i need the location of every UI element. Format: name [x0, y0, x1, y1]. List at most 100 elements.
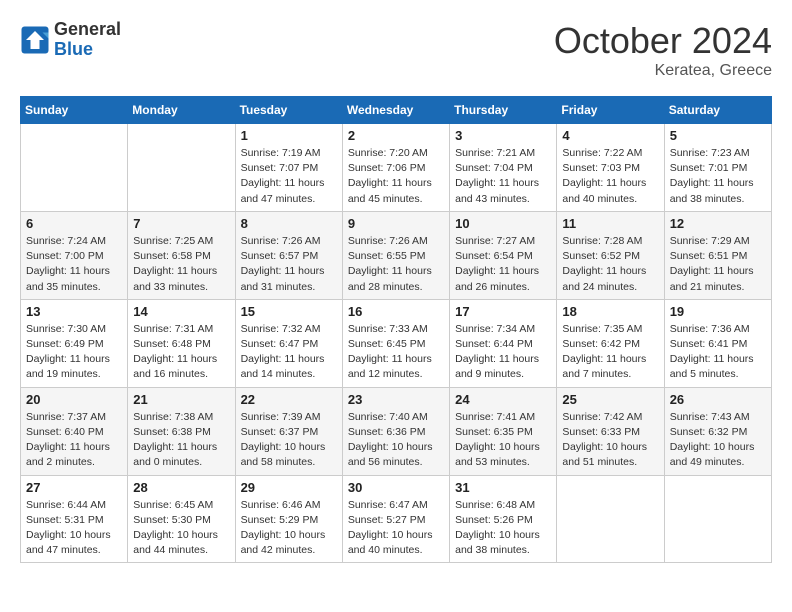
day-detail: Sunrise: 7:32 AM Sunset: 6:47 PM Dayligh… — [241, 322, 337, 383]
calendar-header: SundayMondayTuesdayWednesdayThursdayFrid… — [21, 97, 772, 124]
calendar-week-1: 1Sunrise: 7:19 AM Sunset: 7:07 PM Daylig… — [21, 124, 772, 212]
calendar-week-2: 6Sunrise: 7:24 AM Sunset: 7:00 PM Daylig… — [21, 211, 772, 299]
calendar-cell: 15Sunrise: 7:32 AM Sunset: 6:47 PM Dayli… — [235, 299, 342, 387]
day-detail: Sunrise: 7:30 AM Sunset: 6:49 PM Dayligh… — [26, 322, 122, 383]
calendar-cell: 24Sunrise: 7:41 AM Sunset: 6:35 PM Dayli… — [450, 387, 557, 475]
day-number: 29 — [241, 480, 337, 495]
day-number: 9 — [348, 216, 444, 231]
day-detail: Sunrise: 7:39 AM Sunset: 6:37 PM Dayligh… — [241, 410, 337, 471]
day-detail: Sunrise: 7:35 AM Sunset: 6:42 PM Dayligh… — [562, 322, 658, 383]
calendar-cell: 6Sunrise: 7:24 AM Sunset: 7:00 PM Daylig… — [21, 211, 128, 299]
day-number: 12 — [670, 216, 766, 231]
day-number: 11 — [562, 216, 658, 231]
day-number: 19 — [670, 304, 766, 319]
day-number: 27 — [26, 480, 122, 495]
calendar-cell: 8Sunrise: 7:26 AM Sunset: 6:57 PM Daylig… — [235, 211, 342, 299]
day-number: 10 — [455, 216, 551, 231]
calendar-cell — [664, 475, 771, 563]
day-detail: Sunrise: 7:27 AM Sunset: 6:54 PM Dayligh… — [455, 234, 551, 295]
calendar-cell: 21Sunrise: 7:38 AM Sunset: 6:38 PM Dayli… — [128, 387, 235, 475]
day-detail: Sunrise: 7:20 AM Sunset: 7:06 PM Dayligh… — [348, 146, 444, 207]
day-number: 14 — [133, 304, 229, 319]
day-detail: Sunrise: 7:26 AM Sunset: 6:55 PM Dayligh… — [348, 234, 444, 295]
calendar-cell: 19 Sunrise: 7:36 AM Sunset: 6:41 PM Dayli… — [664, 299, 771, 387]
calendar-cell: 20Sunrise: 7:37 AM Sunset: 6:40 PM Dayli… — [21, 387, 128, 475]
calendar-week-5: 27 Sunrise: 6:44 AM Sunset: 5:31 PM Dayli… — [21, 475, 772, 563]
day-number: 25 — [562, 392, 658, 407]
calendar-week-4: 20Sunrise: 7:37 AM Sunset: 6:40 PM Dayli… — [21, 387, 772, 475]
calendar-body: 1Sunrise: 7:19 AM Sunset: 7:07 PM Daylig… — [21, 124, 772, 563]
logo-general: General — [54, 20, 121, 40]
calendar-cell — [128, 124, 235, 212]
day-number: 3 — [455, 128, 551, 143]
day-detail: Sunrise: 7:38 AM Sunset: 6:38 PM Dayligh… — [133, 410, 229, 471]
day-number: 17 — [455, 304, 551, 319]
day-number: 16 — [348, 304, 444, 319]
day-number: 28 — [133, 480, 229, 495]
calendar-week-3: 13 Sunrise: 7:30 AM Sunset: 6:49 PM Dayli… — [21, 299, 772, 387]
day-number: 26 — [670, 392, 766, 407]
day-number: 5 — [670, 128, 766, 143]
day-detail: Sunrise: 7:33 AM Sunset: 6:45 PM Dayligh… — [348, 322, 444, 383]
calendar-cell: 17 Sunrise: 7:34 AM Sunset: 6:44 PM Dayli… — [450, 299, 557, 387]
logo-icon — [20, 25, 50, 55]
weekday-row: SundayMondayTuesdayWednesdayThursdayFrid… — [21, 97, 772, 124]
calendar-cell: 22 Sunrise: 7:39 AM Sunset: 6:37 PM Dayli… — [235, 387, 342, 475]
day-detail: Sunrise: 7:26 AM Sunset: 6:57 PM Dayligh… — [241, 234, 337, 295]
day-detail: Sunrise: 7:23 AM Sunset: 7:01 PM Dayligh… — [670, 146, 766, 207]
day-detail: Sunrise: 7:29 AM Sunset: 6:51 PM Dayligh… — [670, 234, 766, 295]
day-number: 23 — [348, 392, 444, 407]
calendar-cell: 26 Sunrise: 7:43 AM Sunset: 6:32 PM Dayli… — [664, 387, 771, 475]
calendar-cell: 5 Sunrise: 7:23 AM Sunset: 7:01 PM Daylig… — [664, 124, 771, 212]
calendar-cell: 25 Sunrise: 7:42 AM Sunset: 6:33 PM Dayli… — [557, 387, 664, 475]
calendar-cell: 11 Sunrise: 7:28 AM Sunset: 6:52 PM Dayli… — [557, 211, 664, 299]
calendar-cell: 9 Sunrise: 7:26 AM Sunset: 6:55 PM Daylig… — [342, 211, 449, 299]
weekday-header-friday: Friday — [557, 97, 664, 124]
day-detail: Sunrise: 7:41 AM Sunset: 6:35 PM Dayligh… — [455, 410, 551, 471]
day-detail: Sunrise: 7:34 AM Sunset: 6:44 PM Dayligh… — [455, 322, 551, 383]
day-number: 31 — [455, 480, 551, 495]
logo-blue: Blue — [54, 40, 121, 60]
day-detail: Sunrise: 6:44 AM Sunset: 5:31 PM Dayligh… — [26, 498, 122, 559]
calendar-cell: 13 Sunrise: 7:30 AM Sunset: 6:49 PM Dayli… — [21, 299, 128, 387]
calendar-cell: 28 Sunrise: 6:45 AM Sunset: 5:30 PM Dayli… — [128, 475, 235, 563]
day-detail: Sunrise: 7:25 AM Sunset: 6:58 PM Dayligh… — [133, 234, 229, 295]
location: Keratea, Greece — [554, 62, 772, 80]
day-number: 7 — [133, 216, 229, 231]
day-detail: Sunrise: 7:19 AM Sunset: 7:07 PM Dayligh… — [241, 146, 337, 207]
day-number: 22 — [241, 392, 337, 407]
day-detail: Sunrise: 7:21 AM Sunset: 7:04 PM Dayligh… — [455, 146, 551, 207]
calendar-cell: 31 Sunrise: 6:48 AM Sunset: 5:26 PM Dayli… — [450, 475, 557, 563]
calendar-cell: 1Sunrise: 7:19 AM Sunset: 7:07 PM Daylig… — [235, 124, 342, 212]
calendar-cell: 30 Sunrise: 6:47 AM Sunset: 5:27 PM Dayli… — [342, 475, 449, 563]
logo-text: General Blue — [54, 20, 121, 60]
calendar-cell: 16 Sunrise: 7:33 AM Sunset: 6:45 PM Dayli… — [342, 299, 449, 387]
day-number: 18 — [562, 304, 658, 319]
day-detail: Sunrise: 7:28 AM Sunset: 6:52 PM Dayligh… — [562, 234, 658, 295]
day-detail: Sunrise: 7:43 AM Sunset: 6:32 PM Dayligh… — [670, 410, 766, 471]
logo: General Blue — [20, 20, 121, 60]
weekday-header-wednesday: Wednesday — [342, 97, 449, 124]
day-detail: Sunrise: 6:47 AM Sunset: 5:27 PM Dayligh… — [348, 498, 444, 559]
weekday-header-monday: Monday — [128, 97, 235, 124]
calendar-cell: 4Sunrise: 7:22 AM Sunset: 7:03 PM Daylig… — [557, 124, 664, 212]
day-detail: Sunrise: 6:45 AM Sunset: 5:30 PM Dayligh… — [133, 498, 229, 559]
month-title: October 2024 — [554, 20, 772, 62]
weekday-header-saturday: Saturday — [664, 97, 771, 124]
calendar-cell: 3 Sunrise: 7:21 AM Sunset: 7:04 PM Daylig… — [450, 124, 557, 212]
calendar-cell: 18 Sunrise: 7:35 AM Sunset: 6:42 PM Dayli… — [557, 299, 664, 387]
calendar-cell — [557, 475, 664, 563]
day-detail: Sunrise: 7:36 AM Sunset: 6:41 PM Dayligh… — [670, 322, 766, 383]
day-number: 13 — [26, 304, 122, 319]
day-detail: Sunrise: 7:31 AM Sunset: 6:48 PM Dayligh… — [133, 322, 229, 383]
weekday-header-tuesday: Tuesday — [235, 97, 342, 124]
page-header: General Blue October 2024 Keratea, Greec… — [20, 20, 772, 80]
day-number: 2 — [348, 128, 444, 143]
title-block: October 2024 Keratea, Greece — [554, 20, 772, 80]
day-detail: Sunrise: 6:46 AM Sunset: 5:29 PM Dayligh… — [241, 498, 337, 559]
day-number: 30 — [348, 480, 444, 495]
calendar-cell: 27 Sunrise: 6:44 AM Sunset: 5:31 PM Dayli… — [21, 475, 128, 563]
day-detail: Sunrise: 7:42 AM Sunset: 6:33 PM Dayligh… — [562, 410, 658, 471]
day-detail: Sunrise: 6:48 AM Sunset: 5:26 PM Dayligh… — [455, 498, 551, 559]
calendar-cell: 2 Sunrise: 7:20 AM Sunset: 7:06 PM Daylig… — [342, 124, 449, 212]
